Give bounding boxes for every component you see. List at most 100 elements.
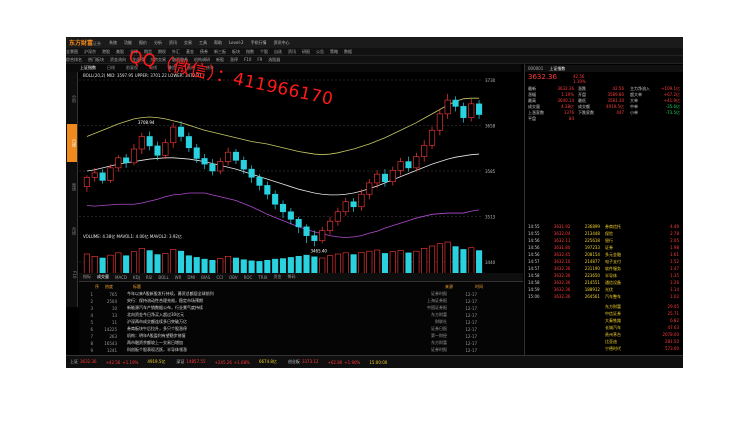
status-item-4: +245.26 +1.68%: [215, 360, 250, 365]
menu-item-9[interactable]: 手机行情: [251, 40, 267, 45]
sector-row[interactable]: 证券 1.98: [605, 245, 679, 251]
news-row[interactable]: 1 765 今年以来A股新股发行持续，募资总额居全球前列 证券时报 12-17: [79, 291, 523, 297]
market-tab-16[interactable]: 研报: [302, 49, 310, 55]
indicator-tab-0[interactable]: 指标: [83, 274, 91, 280]
indicator-tab-10[interactable]: OBV: [229, 275, 238, 280]
news-row[interactable]: 2 2504 央行：保持流动性合理充裕，稳定市场预期 上海证券报 12-17: [79, 298, 523, 304]
menu-item-4[interactable]: 资讯: [169, 40, 177, 45]
tick-volume: 223650: [584, 273, 600, 278]
side-tab-3[interactable]: 月线: [67, 212, 77, 250]
side-tab-4[interactable]: F10: [67, 256, 77, 294]
sector-change: 1.61: [670, 252, 679, 257]
function-button-1[interactable]: 热门板块: [88, 57, 104, 63]
indicator-tab-9[interactable]: CCI: [216, 275, 223, 280]
stock-row[interactable]: 比亚迪 281.50: [605, 339, 679, 345]
news-row[interactable]: 7 263 机构：明年A股盈利有望稳步修复 第一财经 12-17: [79, 333, 523, 339]
news-row[interactable]: 9 1241 科创板个股表现活跃，半导体领涨 证券时报 12-17: [79, 347, 523, 353]
tick-row: 14:57 3632.10 214877: [528, 259, 600, 264]
stock-row[interactable]: 大秦铁路 6.82: [605, 318, 679, 324]
indicator-tab-6[interactable]: WR: [175, 275, 182, 280]
indicator-tab-5[interactable]: BOLL: [158, 275, 168, 280]
market-tab-19[interactable]: 数据: [344, 49, 352, 55]
side-tab-0[interactable]: 分时: [67, 80, 77, 118]
function-button-9[interactable]: F10: [244, 57, 251, 62]
news-row[interactable]: 5 11 沪深两市成交额连续多日突破万亿 财联社 12-17: [79, 319, 523, 325]
news-row[interactable]: 4 13 北向资金今日净买入超过30亿元 东方财富 12-17: [79, 312, 523, 318]
menu-item-0[interactable]: 系统: [109, 40, 117, 45]
news-row[interactable]: 3 10 新能源汽车产销数据公布，行业景气度持续 中国证券报 12-17: [79, 305, 523, 311]
sector-row[interactable]: 半导体 1.35: [605, 273, 679, 279]
indicator-tab-13[interactable]: 资金: [274, 274, 282, 280]
stock-price: 573.00: [665, 346, 679, 351]
menu-item-3[interactable]: 分析: [154, 40, 162, 45]
menu-item-7[interactable]: 帮助: [214, 40, 222, 45]
tick-volume: 214877: [584, 259, 600, 264]
function-button-8[interactable]: 涨停: [230, 57, 238, 63]
sector-row[interactable]: 银行 2.05: [605, 238, 679, 244]
candle-body: [162, 142, 169, 156]
indicator-tab-3[interactable]: KDJ: [133, 275, 140, 280]
stock-name: 比亚迪: [605, 339, 617, 344]
indicator-tab-4[interactable]: RSI: [146, 275, 153, 280]
candle-body: [170, 126, 177, 144]
sector-row[interactable]: 通信设备 1.26: [605, 280, 679, 286]
tick-volume: 264561: [584, 294, 600, 299]
sector-row[interactable]: 汽车整车 1.02: [605, 294, 679, 300]
indicator-tab-2[interactable]: MACD: [115, 275, 127, 280]
market-tab-12[interactable]: 指数: [246, 49, 254, 55]
chart-option-0[interactable]: 日线: [107, 65, 115, 70]
status-bar: 上证 3632.36 +42.56 +1.19% 4919.5亿 深证 14857.55 +2…: [66, 355, 683, 368]
market-tab-1[interactable]: 沪深京: [84, 49, 96, 55]
market-tab-11[interactable]: 板块: [232, 49, 240, 55]
market-tab-0[interactable]: 全景图: [66, 49, 78, 55]
stock-price: 281.50: [665, 339, 679, 344]
side-tab-2[interactable]: 周线: [67, 168, 77, 206]
indicator-tab-7[interactable]: DMI: [187, 275, 195, 280]
sector-row[interactable]: 软件服务 1.47: [605, 266, 679, 272]
tick-row: 14:57 3632.36 231190: [528, 266, 600, 271]
market-tab-9[interactable]: 债券: [200, 49, 208, 55]
sector-row[interactable]: 多元金融 1.61: [605, 252, 679, 258]
market-tab-14[interactable]: 自选: [274, 49, 282, 55]
indicator-tab-8[interactable]: BIAS: [201, 275, 210, 280]
function-button-0[interactable]: 综合排名: [66, 57, 82, 63]
function-button-10[interactable]: F9: [257, 57, 262, 62]
sector-row[interactable]: 光伏 1.14: [605, 287, 679, 293]
function-button-2[interactable]: 资金流向: [110, 57, 126, 63]
tick-volume: 231190: [584, 266, 600, 271]
sector-row[interactable]: 券商信托 4.49: [605, 224, 679, 230]
market-tab-15[interactable]: 资讯: [288, 49, 296, 55]
menu-item-8[interactable]: Level-2: [229, 40, 244, 45]
function-button-11[interactable]: 选股器: [268, 57, 280, 63]
side-tab-1[interactable]: 日线: [67, 124, 77, 162]
sector-row[interactable]: 电子支付 1.52: [605, 259, 679, 265]
candle-body: [303, 226, 310, 236]
stock-row[interactable]: 长城汽车 47.63: [605, 325, 679, 331]
news-index: 1: [90, 291, 93, 297]
indicator-tab-1[interactable]: 成交量: [97, 274, 109, 280]
stock-row[interactable]: 中信证券 25.71: [605, 311, 679, 317]
market-tab-2[interactable]: 港股: [102, 49, 110, 55]
market-tab-13[interactable]: 个股: [260, 49, 268, 55]
menu-item-5[interactable]: 交易: [184, 40, 192, 45]
news-row[interactable]: 6 14225 券商板块午后拉升，多只个股涨停 证券日报 12-17: [79, 326, 523, 332]
indicator-tab-14[interactable]: 筹码: [288, 274, 296, 280]
candle-body: [91, 172, 98, 178]
candle-body: [444, 99, 451, 115]
menu-item-6[interactable]: 工具: [199, 40, 207, 45]
indicator-tab-12[interactable]: TRIX: [258, 275, 267, 280]
market-tab-3[interactable]: 美股: [116, 49, 124, 55]
candle-body: [83, 176, 90, 187]
sector-row[interactable]: 保险 2.78: [605, 231, 679, 237]
stock-row[interactable]: 宁德时代 573.00: [605, 346, 679, 352]
indicator-tab-11[interactable]: ROC: [244, 275, 253, 280]
market-tab-18[interactable]: 策略: [330, 49, 338, 55]
stock-row[interactable]: 东方财富 29.05: [605, 304, 679, 310]
market-tab-10[interactable]: 新三板: [214, 49, 226, 55]
sector-change: 4.49: [670, 224, 679, 229]
stock-row[interactable]: 贵州茅台 2078.00: [605, 332, 679, 338]
menu-item-10[interactable]: 资讯中心: [274, 40, 290, 45]
news-index: 9: [90, 347, 93, 353]
news-row[interactable]: 8 16543 两市融资余额较上一交易日增加 东方财富 12-17: [79, 340, 523, 346]
market-tab-17[interactable]: 公告: [316, 49, 324, 55]
